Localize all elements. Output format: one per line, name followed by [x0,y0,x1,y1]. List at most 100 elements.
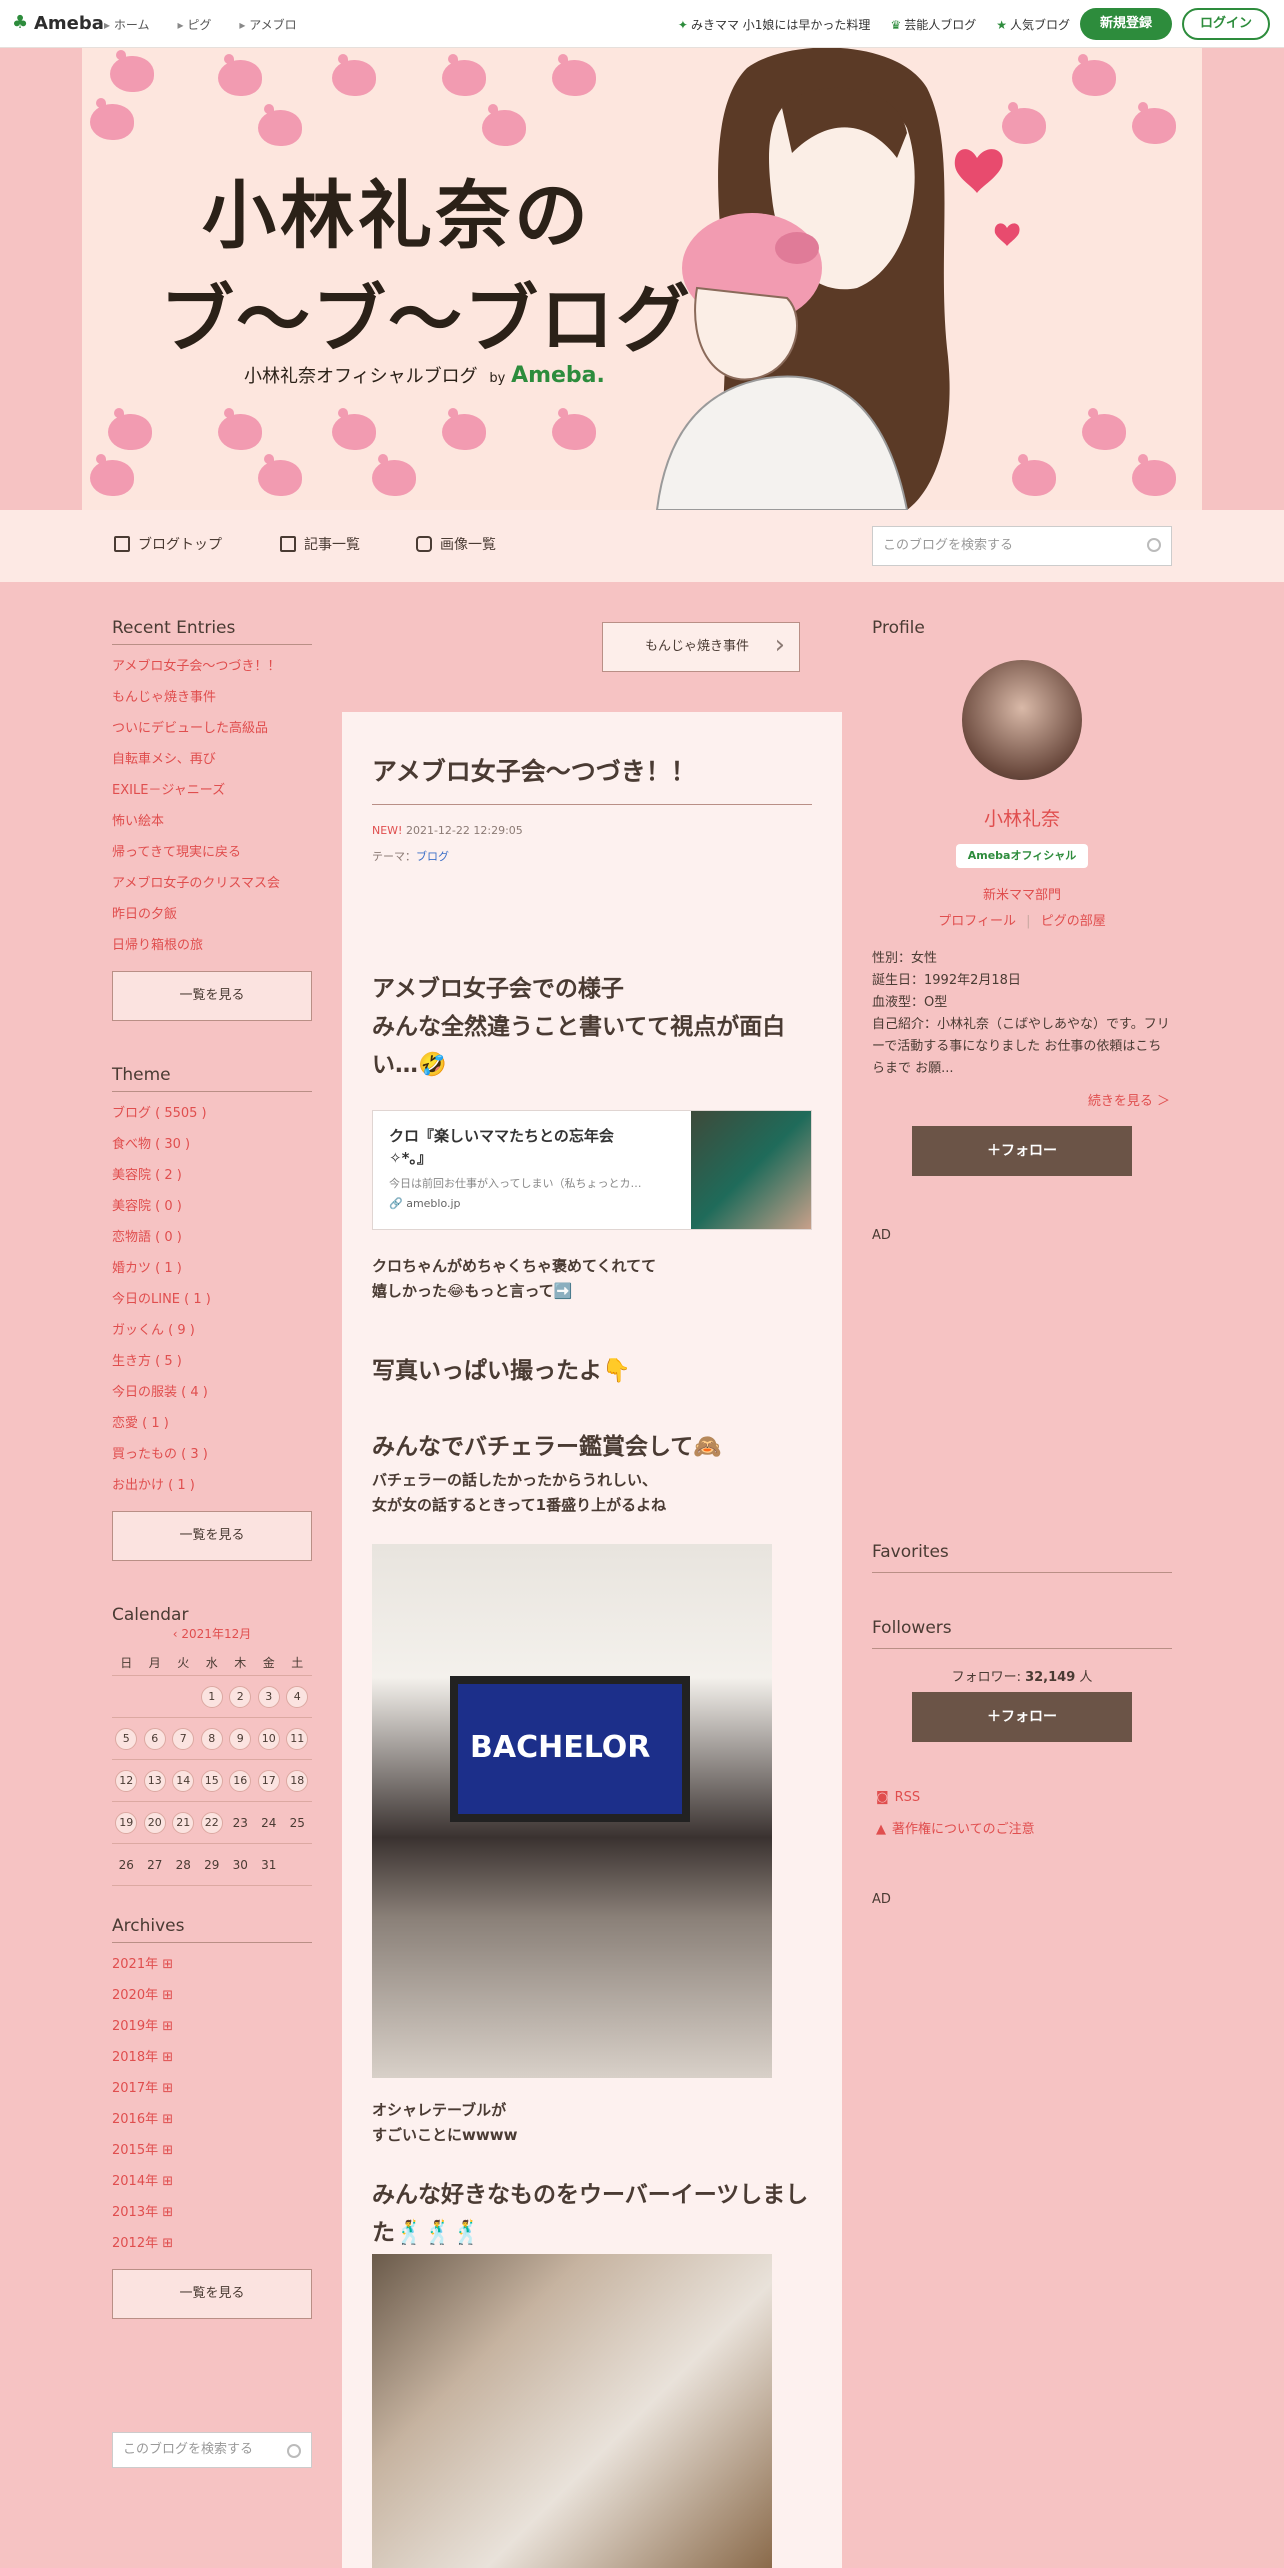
theme-item[interactable]: ブログ ( 5505 ) [112,1098,312,1129]
recent-entry[interactable]: 日帰り箱根の旅 [112,930,312,961]
blog-header-banner[interactable]: 小林礼奈の ブ〜ブ〜ブログ 小林礼奈オフィシャルブログ by Ameba. [82,48,1202,510]
archive-year[interactable]: 2017年 ⊞ [112,2073,312,2104]
article-photo-food[interactable] [372,2254,772,2568]
register-button[interactable]: 新規登録 [1080,8,1172,40]
profile-name[interactable]: 小林礼奈 [872,804,1172,831]
crumb-pigg[interactable]: ピグ [177,16,211,33]
calendar-day-link[interactable]: 2 [229,1685,252,1708]
expand-plus-icon[interactable]: ⊞ [158,2174,173,2189]
calendar-day-link[interactable]: 12 [115,1769,138,1792]
calendar-day-link[interactable]: 20 [143,1811,166,1834]
archive-year[interactable]: 2016年 ⊞ [112,2104,312,2135]
archive-year[interactable]: 2014年 ⊞ [112,2166,312,2197]
recent-entry[interactable]: 昨日の夕飯 [112,899,312,930]
calendar-day-link[interactable]: 9 [229,1727,252,1750]
theme-item[interactable]: 恋物語 ( 0 ) [112,1222,312,1253]
theme-item[interactable]: 婚カツ ( 1 ) [112,1253,312,1284]
login-button[interactable]: ログイン [1182,8,1270,40]
archive-year[interactable]: 2012年 ⊞ [112,2228,312,2259]
theme-item[interactable]: 今日のLINE ( 1 ) [112,1284,312,1315]
recent-entry[interactable]: アメブロ女子会〜つづき！！ [112,651,312,682]
theme-item[interactable]: 食べ物 ( 30 ) [112,1129,312,1160]
archive-year[interactable]: 2020年 ⊞ [112,1980,312,2011]
rss-link[interactable]: ◙ RSS [876,1790,920,1805]
profile-link[interactable]: プロフィール [938,914,1016,929]
theme-item[interactable]: 恋愛 ( 1 ) [112,1408,312,1439]
expand-plus-icon[interactable]: ⊞ [158,2050,173,2065]
theme-item[interactable]: 生き方 ( 5 ) [112,1346,312,1377]
recent-entry[interactable]: 怖い絵本 [112,806,312,837]
calendar-day-link[interactable]: 6 [143,1727,166,1750]
archive-year[interactable]: 2021年 ⊞ [112,1949,312,1980]
archive-year[interactable]: 2019年 ⊞ [112,2011,312,2042]
recent-entry[interactable]: 帰ってきて現実に戻る [112,837,312,868]
expand-plus-icon[interactable]: ⊞ [158,2112,173,2127]
article-title[interactable]: アメブロ女子会〜つづき！！ [372,752,696,788]
calendar-day-link[interactable]: 8 [200,1727,223,1750]
search-icon[interactable] [1147,538,1161,552]
previous-entry-button[interactable]: もんじゃ焼き事件 [602,621,800,672]
search-icon[interactable] [287,2444,301,2458]
calendar-day-link[interactable]: 15 [200,1769,223,1792]
archive-year[interactable]: 2013年 ⊞ [112,2197,312,2228]
calendar-day-link[interactable]: 13 [143,1769,166,1792]
calendar-day-link[interactable]: 22 [200,1811,223,1834]
calendar-day-link[interactable]: 3 [257,1685,280,1708]
top-link-trend[interactable]: ✦ みきママ 小1娘には早かった料理 [678,16,871,33]
theme-item[interactable]: お出かけ ( 1 ) [112,1470,312,1501]
calendar-day-link[interactable]: 11 [286,1727,309,1750]
recent-entry[interactable]: 自転車メシ、再び [112,744,312,775]
follow-button[interactable]: ＋フォロー [912,1126,1132,1176]
article-photo-tv[interactable]: BACHELOR [372,1544,772,2078]
calendar-day-link[interactable]: 10 [257,1727,280,1750]
theme-item[interactable]: 美容院 ( 0 ) [112,1191,312,1222]
recent-entry[interactable]: アメブロ女子のクリスマス会 [112,868,312,899]
calendar-day-link[interactable]: 5 [115,1727,138,1750]
calendar-day-link[interactable]: 18 [286,1769,309,1792]
archive-year[interactable]: 2018年 ⊞ [112,2042,312,2073]
nav-image-list[interactable]: 画像一覧 [416,534,496,554]
nav-entry-list[interactable]: 記事一覧 [280,534,360,554]
recent-entry[interactable]: もんじゃ焼き事件 [112,682,312,713]
profile-more-link[interactable]: 続きを見る ＞ [1088,1090,1170,1109]
follow-button[interactable]: ＋フォロー [912,1692,1132,1742]
profile-avatar[interactable] [962,660,1082,780]
crumb-ameblo[interactable]: アメブロ [239,16,296,33]
archives-more-button[interactable]: 一覧を見る [112,2269,312,2319]
calendar-day-link[interactable]: 19 [115,1811,138,1834]
calendar-day-link[interactable]: 16 [229,1769,252,1792]
article-theme-link[interactable]: ブログ [416,850,449,863]
top-link-popular[interactable]: ★ 人気ブログ [996,16,1070,33]
recent-entry[interactable]: ついにデビューした高級品 [112,713,312,744]
theme-more-button[interactable]: 一覧を見る [112,1511,312,1561]
expand-plus-icon[interactable]: ⊞ [158,2081,173,2096]
link-card[interactable]: クロ『楽しいママたちとの忘年会✧*。』 今日は前回お仕事が入ってしまい（私ちょっ… [372,1110,812,1230]
calendar-day-link[interactable]: 21 [172,1811,195,1834]
theme-item[interactable]: 美容院 ( 2 ) [112,1160,312,1191]
calendar-day-link[interactable]: 14 [172,1769,195,1792]
theme-item[interactable]: ガッくん ( 9 ) [112,1315,312,1346]
pigg-room-link[interactable]: ピグの部屋 [1041,914,1106,929]
recent-entries-more-button[interactable]: 一覧を見る [112,971,312,1021]
expand-plus-icon[interactable]: ⊞ [158,2019,173,2034]
expand-plus-icon[interactable]: ⊞ [158,2236,173,2251]
calendar-day-link[interactable]: 4 [286,1685,309,1708]
nav-blog-top[interactable]: ブログトップ [114,534,222,554]
expand-plus-icon[interactable]: ⊞ [158,1957,173,1972]
copyright-notice-link[interactable]: ▲ 著作権についてのご注意 [876,1818,1035,1837]
ameba-logo[interactable]: ♣ Ameba [12,12,104,34]
expand-plus-icon[interactable]: ⊞ [158,2205,173,2220]
calendar-day-link[interactable]: 17 [257,1769,280,1792]
theme-item[interactable]: 買ったもの ( 3 ) [112,1439,312,1470]
calendar-day-link[interactable]: 7 [172,1727,195,1750]
blog-search-input[interactable]: このブログを検索する [872,526,1172,566]
profile-category[interactable]: 新米ママ部門 [872,884,1172,903]
expand-plus-icon[interactable]: ⊞ [158,1988,173,2003]
calendar-day-link[interactable]: 1 [200,1685,223,1708]
expand-plus-icon[interactable]: ⊞ [158,2143,173,2158]
theme-item[interactable]: 今日の服装 ( 4 ) [112,1377,312,1408]
crumb-home[interactable]: ホーム [104,16,150,33]
top-link-celebrity[interactable]: ♛ 芸能人ブログ [890,16,976,33]
archive-year[interactable]: 2015年 ⊞ [112,2135,312,2166]
recent-entry[interactable]: EXILE－ジャニーズ [112,775,312,806]
